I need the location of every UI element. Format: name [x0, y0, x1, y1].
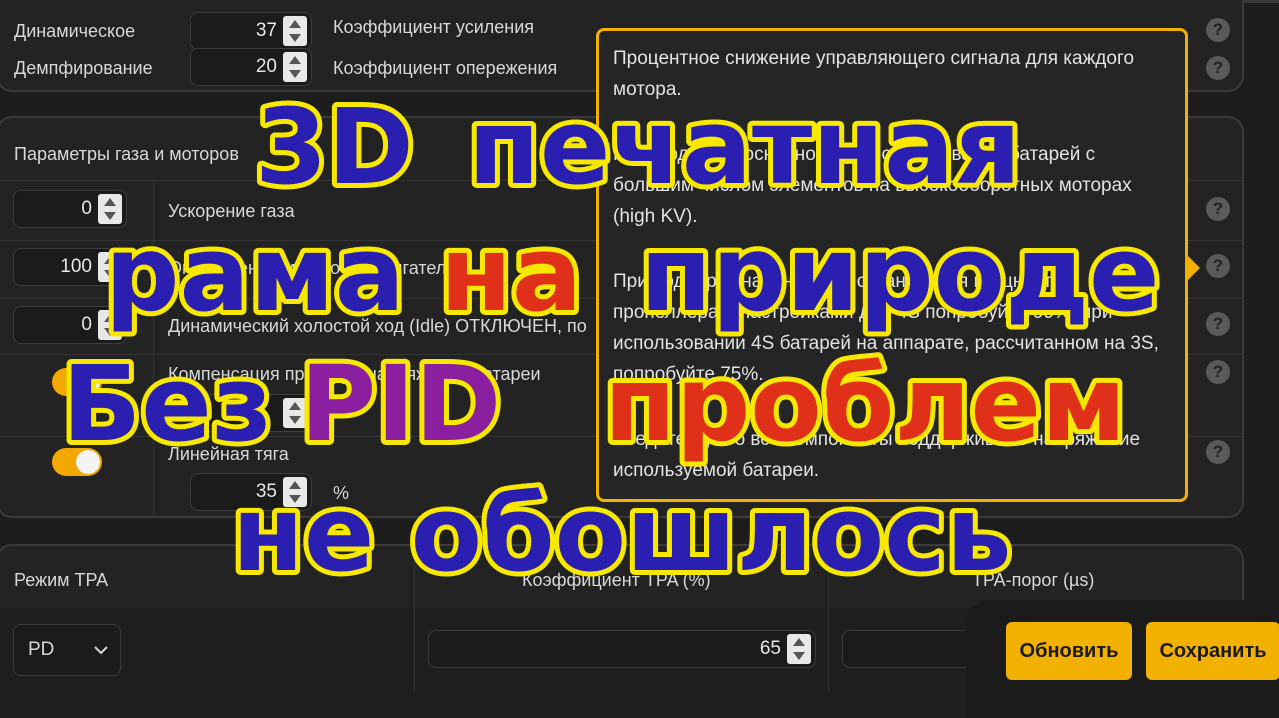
throttle-row-label: Компенсация просадки напряжения батареи [168, 364, 541, 384]
tpa-mode-value: PD [28, 639, 55, 660]
tpa-rate-value: 65 [759, 638, 781, 659]
dynamic-idle-input[interactable]: 0 [13, 306, 127, 344]
help-icon[interactable]: ? [1206, 254, 1230, 278]
stepper-arrows[interactable] [98, 310, 122, 340]
throttle-row-label: Ограничение мощности двигателей [168, 258, 467, 278]
refresh-button[interactable]: Обновить [1006, 622, 1132, 680]
tpa-rate-label: Коэффициент TPA (%) [522, 570, 711, 590]
thrust-linear-toggle[interactable] [52, 448, 102, 476]
vbat-sag-toggle[interactable] [52, 368, 102, 396]
tpa-mode-label: Режим TPA [14, 570, 109, 590]
stepper-arrows[interactable] [98, 194, 122, 224]
tooltip-paragraph: Необходимо в основном при использовании … [613, 144, 1132, 227]
pid-row-right-label: Коэффициент опережения [333, 58, 558, 78]
tooltip-arrow [1188, 256, 1200, 280]
column-divider [828, 546, 829, 692]
help-tooltip: Процентное снижение управляющего сигнала… [596, 28, 1188, 502]
vbat-sag-input[interactable] [190, 394, 312, 432]
help-icon[interactable]: ? [1206, 56, 1230, 80]
throttle-row-label: Ускорение газа [168, 201, 295, 221]
tpa-mode-select[interactable]: PD [13, 624, 121, 676]
motor-output-limit-input[interactable]: 100 [13, 248, 127, 286]
throttle-value: 100 [60, 256, 92, 277]
chevron-down-icon [94, 646, 108, 655]
pid-row-right-label: Коэффициент усиления [333, 17, 535, 37]
help-icon[interactable]: ? [1206, 440, 1230, 464]
stepper-arrows[interactable] [283, 477, 307, 507]
tooltip-paragraph: Убедитесь, что все компоненты поддержива… [613, 429, 1141, 481]
throttle-row-label: Линейная тяга [168, 444, 289, 464]
throttle-row-label: Динамический холостой ход (Idle) ОТКЛЮЧЕ… [168, 316, 587, 336]
pid-row-label: Демпфирование [14, 58, 153, 78]
help-icon[interactable]: ? [1206, 360, 1230, 384]
save-button[interactable]: Сохранить [1146, 622, 1279, 680]
stepper-arrows[interactable] [283, 398, 307, 428]
pid-value: 20 [255, 56, 277, 77]
throttle-value: 0 [81, 198, 92, 219]
column-divider [153, 180, 154, 516]
stepper-arrows[interactable] [98, 252, 122, 282]
thrust-linear-value: 35 [255, 481, 277, 502]
stepper-arrows[interactable] [787, 634, 811, 664]
help-icon[interactable]: ? [1206, 197, 1230, 221]
throttle-value: 0 [81, 314, 92, 335]
stepper-arrows[interactable] [283, 52, 307, 82]
tpa-breakpoint-label: TPA-порог (µs) [972, 570, 1095, 590]
column-divider [414, 546, 415, 692]
help-icon[interactable]: ? [1206, 18, 1230, 42]
tooltip-paragraph: Процентное снижение управляющего сигнала… [613, 48, 1135, 100]
help-icon[interactable]: ? [1206, 312, 1230, 336]
throttle-boost-input[interactable]: 0 [13, 190, 127, 228]
pid-value: 37 [255, 20, 277, 41]
panel-title: Параметры газа и моторов [14, 144, 239, 164]
pid-feedforward-input[interactable]: 37 [190, 12, 312, 50]
tpa-rate-input[interactable]: 65 [428, 630, 816, 668]
thrust-linear-input[interactable]: 35 [190, 473, 312, 511]
stepper-arrows[interactable] [283, 16, 307, 46]
unit-label: % [333, 483, 350, 503]
toggle-knob [76, 370, 100, 394]
toggle-knob [76, 450, 100, 474]
tooltip-paragraph: При подборе значения для ограничения мощ… [613, 271, 1159, 385]
pid-row-label: Динамическое [14, 21, 136, 41]
pid-damping-input[interactable]: 20 [190, 48, 312, 86]
